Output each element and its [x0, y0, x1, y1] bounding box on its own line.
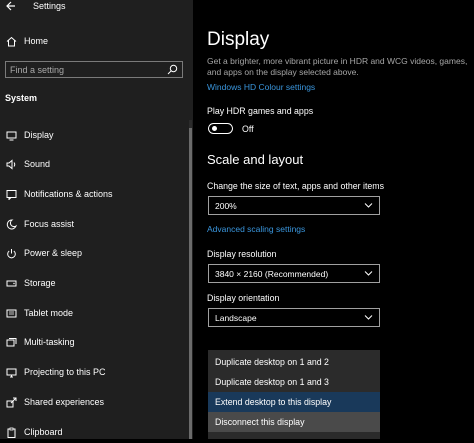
orientation-dropdown[interactable]: Landscape: [208, 308, 380, 327]
moon-icon: [5, 218, 17, 230]
sidebar-item-home[interactable]: Home: [0, 30, 193, 52]
menu-item-label: Duplicate desktop on 1 and 2: [215, 357, 329, 367]
main-content: Display Get a brighter, more vibrant pic…: [193, 0, 474, 439]
sidebar-item-tablet-mode[interactable]: Tablet mode: [0, 302, 193, 324]
menu-item-label: Extend desktop to this display: [215, 397, 332, 407]
sidebar-item-label: Power & sleep: [24, 248, 83, 258]
search-input[interactable]: [10, 63, 160, 76]
sidebar-item-display[interactable]: Display: [0, 124, 193, 146]
menu-item-disconnect[interactable]: Disconnect this display: [208, 412, 380, 432]
menu-item-label: Disconnect this display: [215, 417, 305, 427]
sidebar-item-shared-experiences[interactable]: Shared experiences: [0, 391, 193, 413]
scale-dropdown[interactable]: 200%: [208, 196, 380, 215]
title-bar: Settings: [0, 0, 193, 14]
scale-layout-heading: Scale and layout: [207, 152, 304, 167]
sidebar-scrollbar-thumb[interactable]: [189, 128, 192, 439]
search-icon[interactable]: [167, 64, 178, 75]
sidebar-item-focus-assist[interactable]: Focus assist: [0, 213, 193, 235]
hdr-toggle[interactable]: [208, 123, 233, 134]
sidebar-item-power-sleep[interactable]: Power & sleep: [0, 242, 193, 264]
resolution-dropdown-value: 3840 × 2160 (Recommended): [215, 269, 329, 279]
section-title: System: [5, 93, 38, 103]
sidebar-item-notifications[interactable]: Notifications & actions: [0, 183, 193, 205]
speaker-icon: [5, 158, 17, 170]
clipboard-icon: [5, 426, 17, 438]
notification-icon: [5, 188, 17, 200]
projector-icon: [5, 366, 17, 378]
sidebar-item-label: Display: [24, 130, 54, 140]
hdr-description: Get a brighter, more vibrant picture in …: [207, 56, 468, 77]
monitor-icon: [5, 129, 17, 141]
chevron-down-icon: [364, 202, 373, 209]
toggle-knob: [212, 126, 217, 131]
resolution-label: Display resolution: [207, 249, 277, 259]
app-title: Settings: [33, 1, 66, 11]
menu-item-label: Duplicate desktop on 1 and 3: [215, 377, 329, 387]
resolution-dropdown[interactable]: 3840 × 2160 (Recommended): [208, 264, 380, 283]
share-icon: [5, 396, 17, 408]
back-arrow-icon[interactable]: [5, 0, 16, 12]
orientation-label: Display orientation: [207, 293, 280, 303]
menu-item-duplicate-1-3[interactable]: Duplicate desktop on 1 and 3: [208, 372, 380, 392]
tablet-icon: [5, 307, 17, 319]
multitasking-icon: [5, 336, 17, 348]
hd-colour-settings-link[interactable]: Windows HD Colour settings: [207, 82, 315, 92]
chevron-down-icon: [364, 314, 373, 321]
sidebar-item-label: Projecting to this PC: [24, 367, 106, 377]
hdr-toggle-state: Off: [242, 124, 254, 134]
orientation-dropdown-value: Landscape: [215, 313, 257, 323]
storage-icon: [5, 277, 17, 289]
sidebar-item-label: Shared experiences: [24, 397, 105, 407]
sidebar-item-label: Storage: [24, 278, 56, 288]
sidebar-item-label: Focus assist: [24, 219, 75, 229]
sidebar-item-multitasking[interactable]: Multi-tasking: [0, 331, 193, 353]
sidebar-item-label: Notifications & actions: [24, 189, 113, 199]
page-title: Display: [207, 29, 270, 50]
sidebar-item-storage[interactable]: Storage: [0, 272, 193, 294]
menu-item-duplicate-1-2[interactable]: Duplicate desktop on 1 and 2: [208, 352, 380, 372]
sidebar-item-projecting[interactable]: Projecting to this PC: [0, 361, 193, 383]
chevron-down-icon: [364, 270, 373, 277]
sidebar-item-label: Sound: [24, 159, 51, 169]
multiple-displays-menu: Duplicate desktop on 1 and 2 Duplicate d…: [208, 350, 380, 439]
scale-dropdown-value: 200%: [215, 201, 237, 211]
power-icon: [5, 247, 17, 259]
sidebar-item-label: Multi-tasking: [24, 337, 75, 347]
scale-label: Change the size of text, apps and other …: [207, 181, 385, 191]
sidebar-item-label: Clipboard: [24, 427, 63, 437]
sidebar-item-clipboard[interactable]: Clipboard: [0, 421, 193, 443]
home-icon: [5, 35, 17, 47]
sidebar-item-label: Home: [24, 36, 49, 46]
menu-item-extend[interactable]: Extend desktop to this display: [208, 392, 380, 412]
search-box[interactable]: [5, 61, 183, 78]
hdr-toggle-label: Play HDR games and apps: [207, 106, 314, 116]
sidebar: Settings Home System Display Sound Notif…: [0, 0, 193, 439]
advanced-scaling-link[interactable]: Advanced scaling settings: [207, 224, 305, 234]
sidebar-item-sound[interactable]: Sound: [0, 153, 193, 175]
sidebar-item-label: Tablet mode: [24, 308, 74, 318]
